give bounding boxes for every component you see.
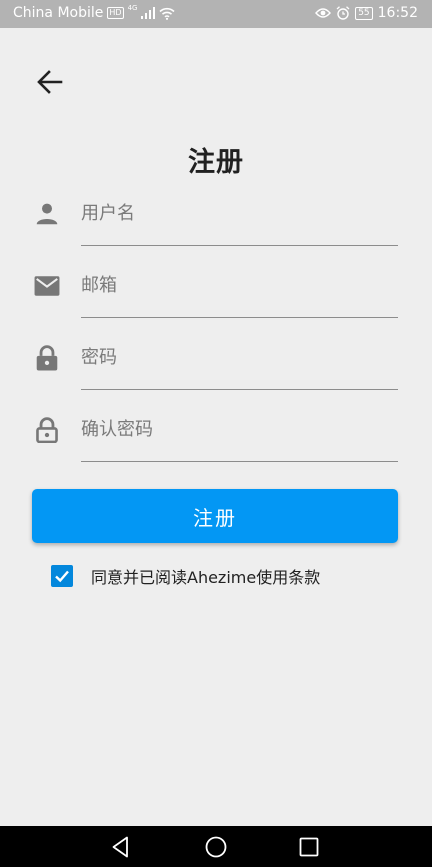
- status-bar: China Mobile HD 4G 55 16:52: [0, 0, 432, 28]
- lock-icon: [36, 345, 58, 371]
- email-input[interactable]: [81, 268, 397, 302]
- status-left: China Mobile HD 4G: [13, 4, 176, 21]
- navigation-bar: [0, 826, 432, 867]
- status-right: 55 16:52: [315, 5, 418, 21]
- confirm-password-input[interactable]: [81, 412, 397, 446]
- alarm-icon: [336, 6, 350, 20]
- mail-icon: [34, 276, 60, 296]
- person-icon: [36, 203, 58, 225]
- agreement-text[interactable]: 同意并已阅读Ahezime使用条款: [91, 564, 320, 588]
- check-icon: [55, 570, 69, 583]
- confirm-password-underline: [81, 461, 398, 462]
- password-underline: [81, 389, 398, 390]
- signal-icon: [141, 7, 156, 19]
- clock-label: 16:52: [377, 5, 418, 21]
- email-underline: [81, 317, 398, 318]
- network-label: 4G: [127, 4, 138, 12]
- username-input[interactable]: [81, 196, 397, 230]
- username-field: [30, 196, 398, 261]
- home-circle-icon[interactable]: [203, 834, 229, 860]
- carrier-label: China Mobile: [13, 5, 104, 21]
- confirm-password-field: [30, 412, 398, 477]
- battery-indicator: 55: [355, 6, 373, 20]
- back-button[interactable]: [34, 66, 66, 98]
- register-button[interactable]: 注册: [32, 489, 398, 543]
- password-field: [30, 340, 398, 405]
- agree-checkbox[interactable]: [51, 565, 73, 587]
- username-underline: [81, 245, 398, 246]
- wifi-icon: [159, 7, 176, 20]
- recents-square-icon[interactable]: [296, 834, 322, 860]
- agreement-row: 同意并已阅读Ahezime使用条款: [51, 564, 320, 588]
- back-triangle-icon[interactable]: [108, 834, 134, 860]
- email-field: [30, 268, 398, 333]
- lock-open-icon: [36, 417, 58, 443]
- password-input[interactable]: [81, 340, 397, 374]
- page-title: 注册: [188, 147, 244, 178]
- hd-badge: HD: [107, 7, 124, 19]
- eye-icon: [315, 8, 332, 18]
- arrow-left-icon: [37, 70, 63, 94]
